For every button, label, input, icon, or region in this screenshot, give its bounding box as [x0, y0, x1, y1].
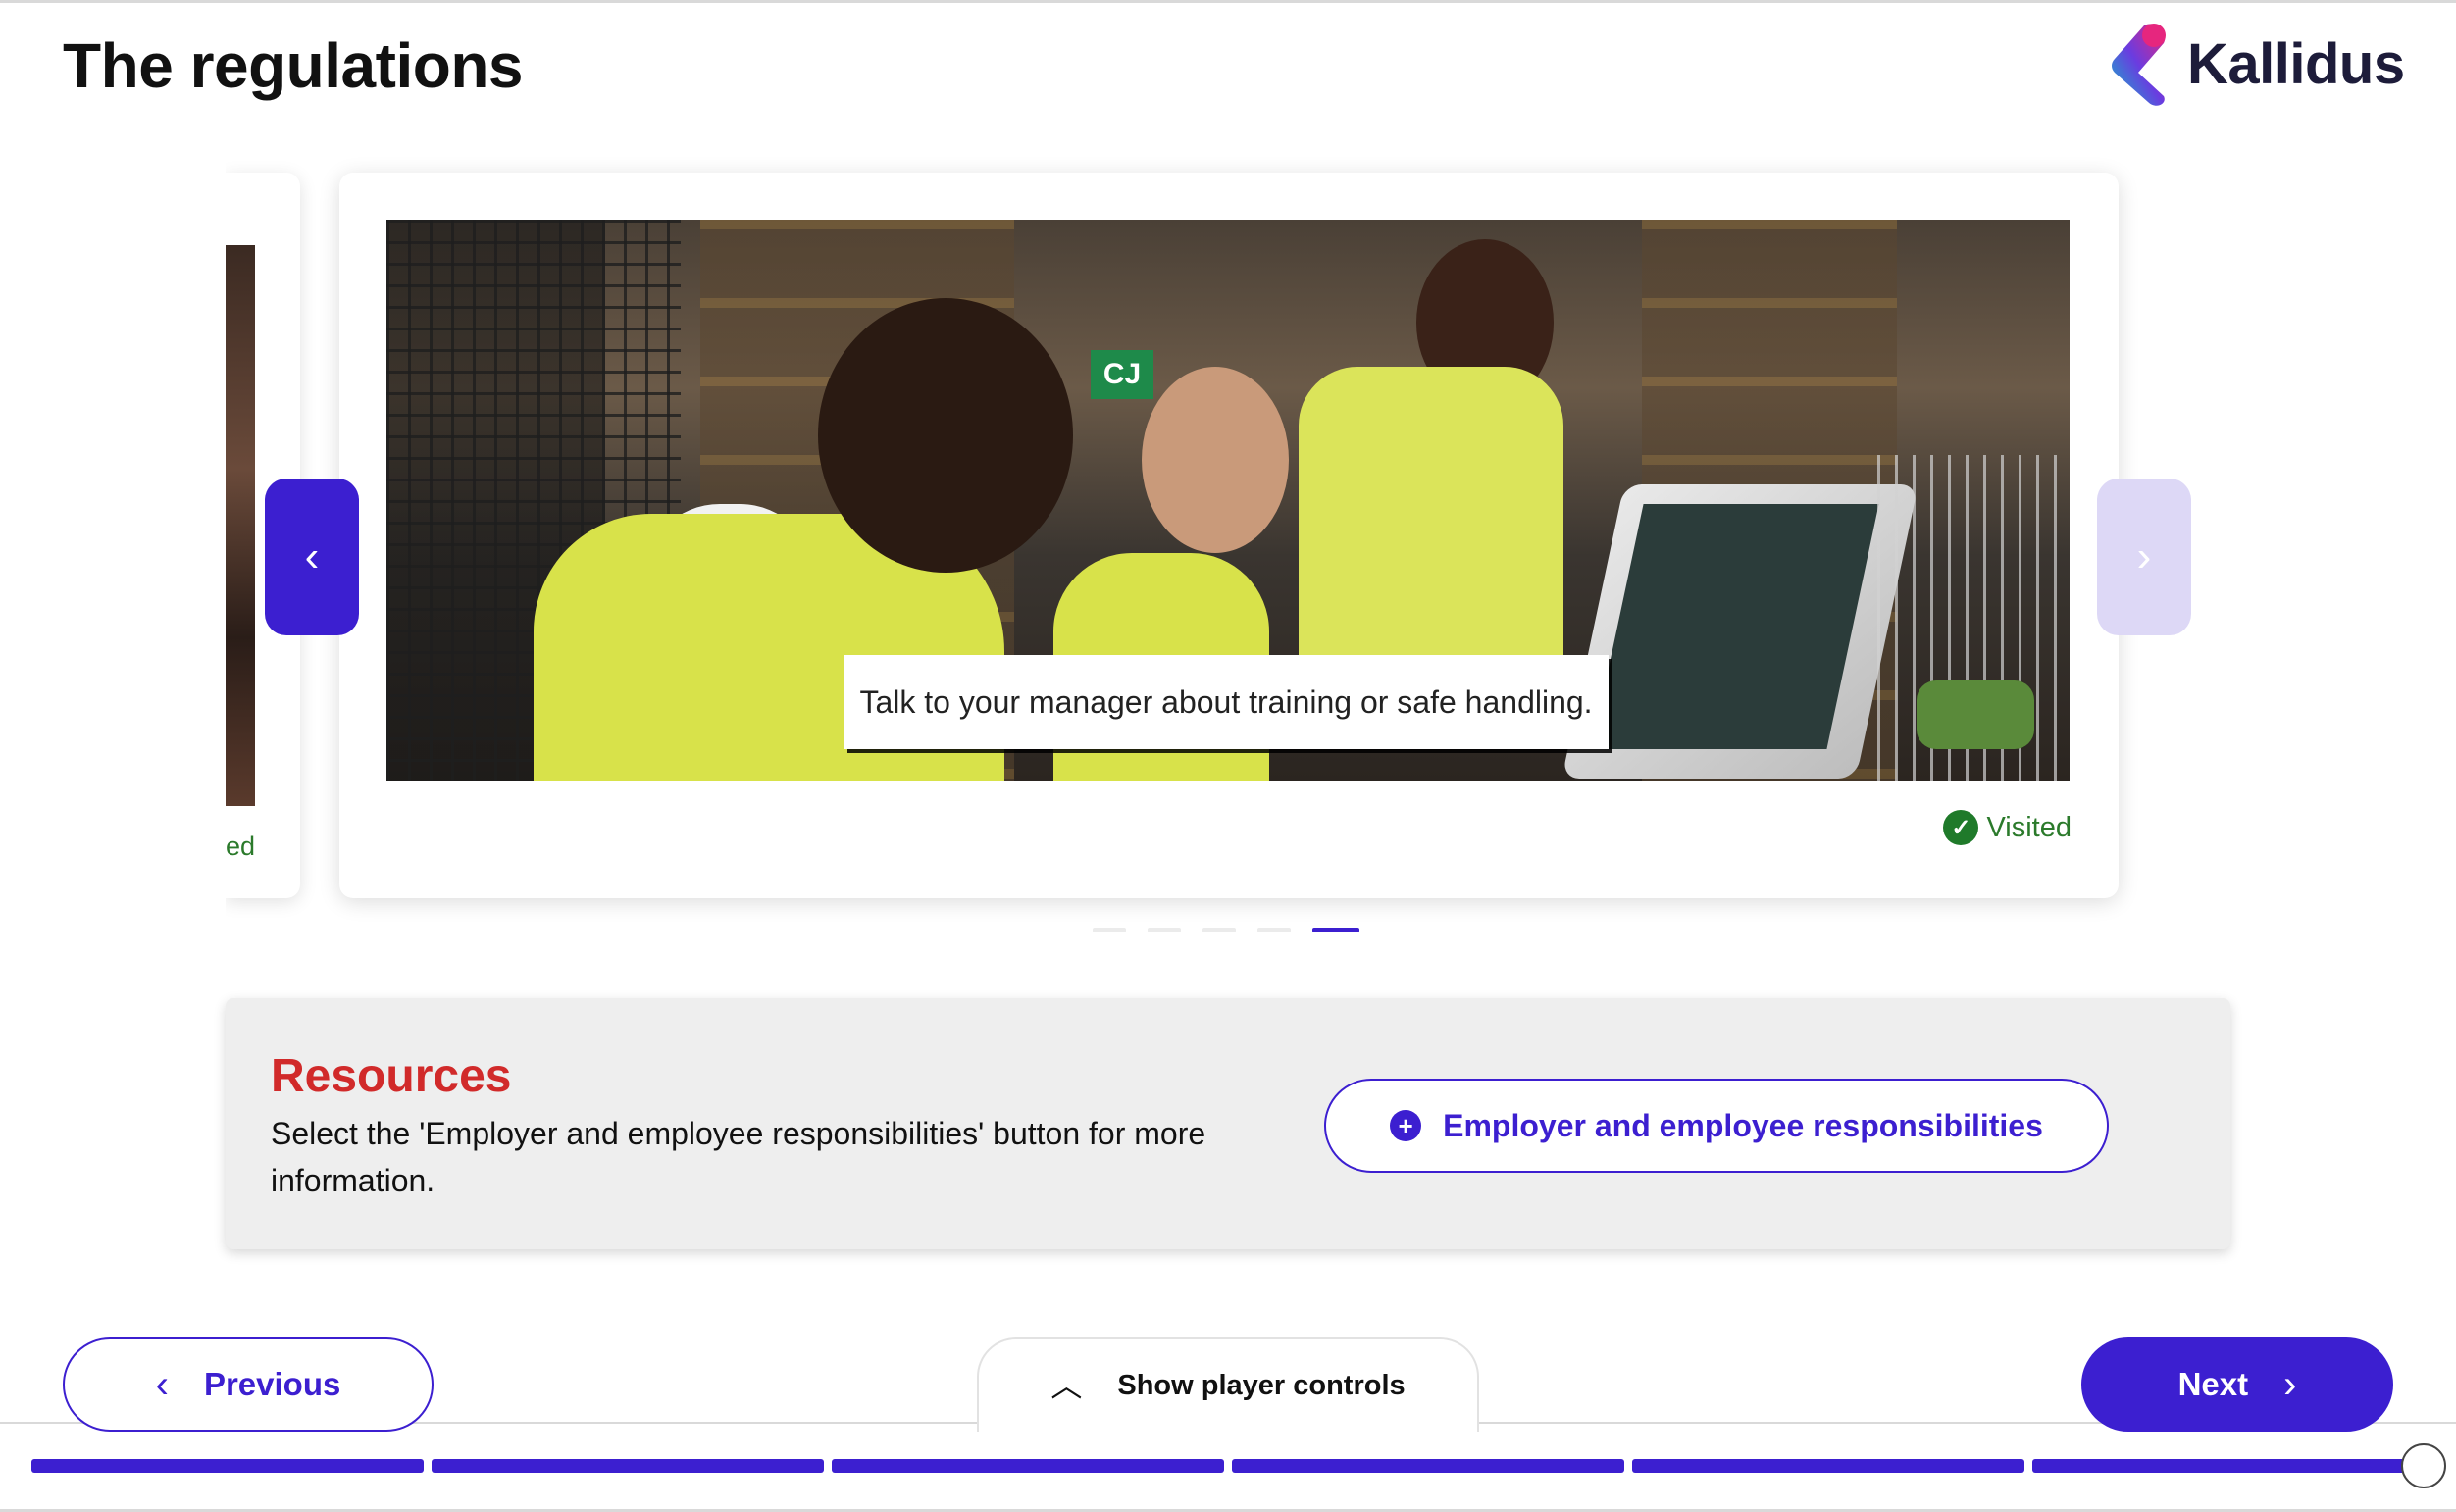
- image-carousel: ed CJ Talk to your manager about trainin…: [0, 147, 2456, 951]
- carousel-pagination: [1093, 928, 1359, 932]
- visited-status: ✓ Visited: [1943, 810, 2072, 845]
- progress-handle[interactable]: [2401, 1443, 2446, 1488]
- progress-segment: [832, 1459, 1224, 1473]
- current-slide-card: CJ Talk to your manager about training o…: [339, 173, 2119, 898]
- chevron-left-icon: ‹: [304, 532, 320, 580]
- warehouse-photo: CJ Talk to your manager about training o…: [386, 220, 2070, 781]
- progress-segment: [2032, 1459, 2425, 1473]
- previous-label: Previous: [203, 1366, 341, 1402]
- pagination-dot-active[interactable]: [1312, 928, 1359, 932]
- chevron-right-icon: ›: [2136, 532, 2152, 580]
- next-label: Next: [2177, 1366, 2249, 1402]
- resources-panel: Resources Select the 'Employer and emplo…: [226, 998, 2230, 1249]
- progress-segment: [1232, 1459, 1624, 1473]
- next-button[interactable]: Next ›: [2081, 1337, 2393, 1432]
- pagination-dot[interactable]: [1202, 928, 1236, 932]
- pagination-dot[interactable]: [1093, 928, 1126, 932]
- kallidus-logo-icon: [2109, 22, 2172, 106]
- pagination-dot[interactable]: [1148, 928, 1181, 932]
- progress-segment: [31, 1459, 424, 1473]
- previous-slide-status: ed: [226, 832, 256, 861]
- carousel-prev-button[interactable]: ‹: [265, 479, 359, 635]
- resources-description: Select the 'Employer and employee respon…: [271, 1116, 1206, 1198]
- brand-logo: Kallidus: [2109, 22, 2405, 106]
- employer-responsibilities-button[interactable]: + Employer and employee responsibilities: [1324, 1079, 2109, 1173]
- employer-responsibilities-label: Employer and employee responsibilities: [1443, 1107, 2043, 1143]
- resources-title: Resources: [271, 1050, 512, 1102]
- progress-segment: [1632, 1459, 2024, 1473]
- chevron-right-icon: ›: [2283, 1363, 2297, 1406]
- chevron-left-icon: ‹: [155, 1363, 169, 1406]
- progress-segment: [432, 1459, 824, 1473]
- chevron-up-icon: ︿: [1050, 1368, 1083, 1403]
- slide-caption: Talk to your manager about training or s…: [844, 655, 1609, 749]
- previous-slide-image: [226, 245, 255, 806]
- carousel-next-button[interactable]: ›: [2097, 479, 2191, 635]
- plus-circle-icon: +: [1390, 1110, 1422, 1141]
- show-player-controls-button[interactable]: ︿ Show player controls: [977, 1337, 1479, 1432]
- pagination-dot[interactable]: [1257, 928, 1291, 932]
- page-title: The regulations: [63, 30, 524, 101]
- brand-name: Kallidus: [2187, 31, 2405, 96]
- aisle-sign: CJ: [1091, 350, 1153, 399]
- previous-button[interactable]: ‹ Previous: [63, 1337, 434, 1432]
- course-progress-bar[interactable]: [31, 1459, 2425, 1475]
- player-controls-label: Show player controls: [1117, 1369, 1406, 1401]
- visited-label: Visited: [1986, 811, 2072, 843]
- carousel-left-mask: [0, 147, 226, 951]
- top-divider: [0, 0, 2456, 3]
- check-circle-icon: ✓: [1943, 810, 1979, 845]
